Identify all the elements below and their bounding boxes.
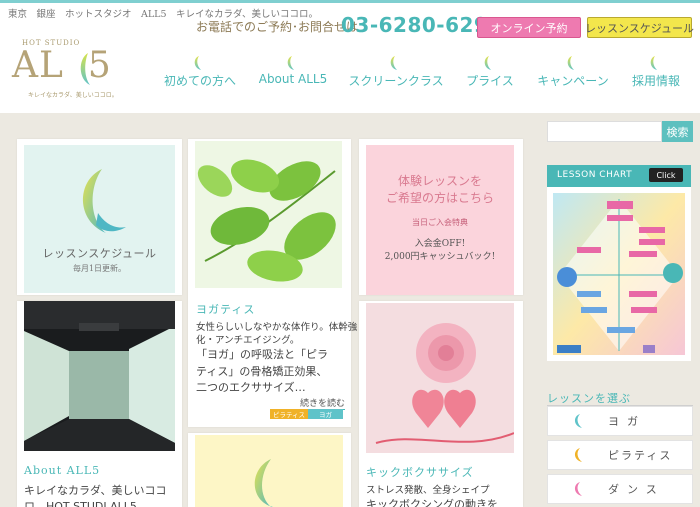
- moon-icon: [574, 482, 582, 496]
- schedule-thumbnail: レッスンスケジュール 毎月1日更新。: [24, 145, 175, 293]
- lesson-label: ヨガ: [608, 415, 646, 428]
- online-booking-button[interactable]: オンライン予約: [477, 17, 581, 38]
- nav-label: キャンペーン: [537, 74, 609, 88]
- nav-item-screen-class[interactable]: スクリーンクラス: [348, 55, 444, 89]
- choose-lesson-heading: レッスンを選ぶ: [547, 392, 631, 405]
- moon-icon: [484, 56, 491, 70]
- schedule-card-2[interactable]: [188, 433, 351, 507]
- nav-label: About ALL5: [258, 72, 328, 86]
- yogatis-card[interactable]: ヨガティス 女性らしいしなやかな体作り。体幹強 化・アンチエイジング。 「ヨガ」…: [188, 139, 357, 427]
- read-more-link[interactable]: 続きを読む: [300, 396, 346, 410]
- nav-item-recruit[interactable]: 採用情報: [611, 55, 700, 89]
- studio-photo: [24, 301, 175, 451]
- about-title[interactable]: About ALL5: [24, 464, 100, 477]
- nav-item-price[interactable]: プライス: [445, 55, 535, 89]
- schedule-thumbnail-2: [195, 435, 343, 507]
- phone-label: お電話でのご予約･お問合せは: [196, 20, 359, 34]
- moon-icon: [574, 414, 582, 428]
- trial-line3: 当日ご入会特典: [412, 218, 468, 227]
- site-header: 東京 銀座 ホットスタジオ ALL5 キレイなカラダ、美しいココロ。 HOT S…: [0, 3, 700, 113]
- lesson-chart-title: LESSON CHART: [557, 170, 633, 180]
- tag-pilates[interactable]: ピラティス: [270, 409, 308, 419]
- moon-icon: [650, 56, 657, 70]
- nav-item-first-time[interactable]: 初めての方へ: [155, 55, 245, 89]
- moon-icon: [287, 56, 294, 70]
- nav-item-campaign[interactable]: キャンペーン: [528, 55, 618, 89]
- moon-icon: [390, 56, 397, 70]
- yogatis-body-line5: 二つのエクササイズ…: [196, 381, 306, 394]
- trial-line4: 入会金OFF!: [414, 239, 466, 249]
- yogatis-body-line2: 化・アンチエイジング。: [196, 335, 300, 346]
- leaf-photo: [195, 141, 342, 288]
- nav-label: 採用情報: [631, 74, 680, 88]
- yogatis-body-line1: 女性らしいしなやかな体作り。体幹強: [196, 322, 358, 333]
- lesson-button-pilates[interactable]: ピラティス: [547, 440, 693, 470]
- yogatis-title[interactable]: ヨガティス: [196, 301, 255, 317]
- nav-label: スクリーンクラス: [348, 74, 444, 88]
- nav-item-about[interactable]: About ALL5: [248, 55, 338, 86]
- lesson-schedule-button[interactable]: レッスンスケジュール: [585, 17, 694, 38]
- about-body-line2: ロ。HOT STUDI ALL5: [24, 500, 137, 507]
- yogatis-body-line3: 「ヨガ」の呼吸法と「ピラ: [196, 348, 328, 361]
- moon-icon: [574, 448, 582, 462]
- lesson-button-yoga[interactable]: ヨガ: [547, 406, 693, 436]
- lesson-chart-banner[interactable]: LESSON CHART Click: [547, 165, 691, 361]
- trial-line5: 2,000円キャッシュバック!: [384, 252, 496, 262]
- search-button[interactable]: 検索: [662, 121, 693, 142]
- rose-photo: [366, 303, 514, 453]
- lesson-button-dance[interactable]: ダンス: [547, 474, 693, 504]
- kickboxercise-body-line1: ストレス発散、全身シェイプ: [366, 485, 490, 496]
- lesson-label: ピラティス: [608, 449, 673, 462]
- kickboxercise-body-line2: キックボクシングの動きを: [366, 498, 498, 507]
- lesson-chart-header: LESSON CHART Click: [547, 165, 691, 187]
- nav-label: プライス: [466, 74, 514, 88]
- schedule-card-subtitle: 毎月1日更新。: [72, 264, 127, 273]
- schedule-card-title: レッスンスケジュール: [42, 247, 157, 260]
- kickboxercise-title[interactable]: キックボクササイズ: [366, 464, 474, 480]
- moon-icon: [567, 56, 574, 70]
- kickboxercise-card[interactable]: キックボクササイズ ストレス発散、全身シェイプ キックボクシングの動きを: [359, 301, 523, 507]
- nav-label: 初めての方へ: [163, 74, 236, 88]
- crescent-moon-icon: [254, 459, 273, 507]
- trial-line1: 体験レッスンを: [397, 174, 482, 188]
- trial-lesson-card[interactable]: 体験レッスンを ご希望の方はこちら 当日ご入会特典 入会金OFF! 2,000円…: [359, 139, 523, 295]
- about-card[interactable]: About ALL5 キレイなカラダ、美しいココ ロ。HOT STUDI ALL…: [17, 301, 182, 507]
- crescent-moon-icon: [82, 169, 126, 233]
- search-input[interactable]: [547, 121, 662, 142]
- trial-lesson-banner: 体験レッスンを ご希望の方はこちら 当日ご入会特典 入会金OFF! 2,000円…: [366, 145, 514, 295]
- lesson-chart-diagram: [553, 193, 685, 355]
- about-body-line1: キレイなカラダ、美しいココ: [24, 484, 167, 497]
- schedule-card[interactable]: レッスンスケジュール 毎月1日更新。: [17, 139, 182, 295]
- lesson-label: ダンス: [608, 483, 665, 496]
- moon-icon: [194, 56, 201, 70]
- yogatis-body-line4: ティス」の骨格矯正効果、: [196, 365, 328, 378]
- main-nav: 初めての方へ About ALL5 スクリーンクラス プライス キャンペーン 採…: [0, 55, 700, 95]
- trial-line2: ご希望の方はこちら: [385, 191, 494, 205]
- tag-yoga[interactable]: ヨガ: [308, 409, 343, 419]
- lesson-chart-click-badge[interactable]: Click: [649, 168, 683, 182]
